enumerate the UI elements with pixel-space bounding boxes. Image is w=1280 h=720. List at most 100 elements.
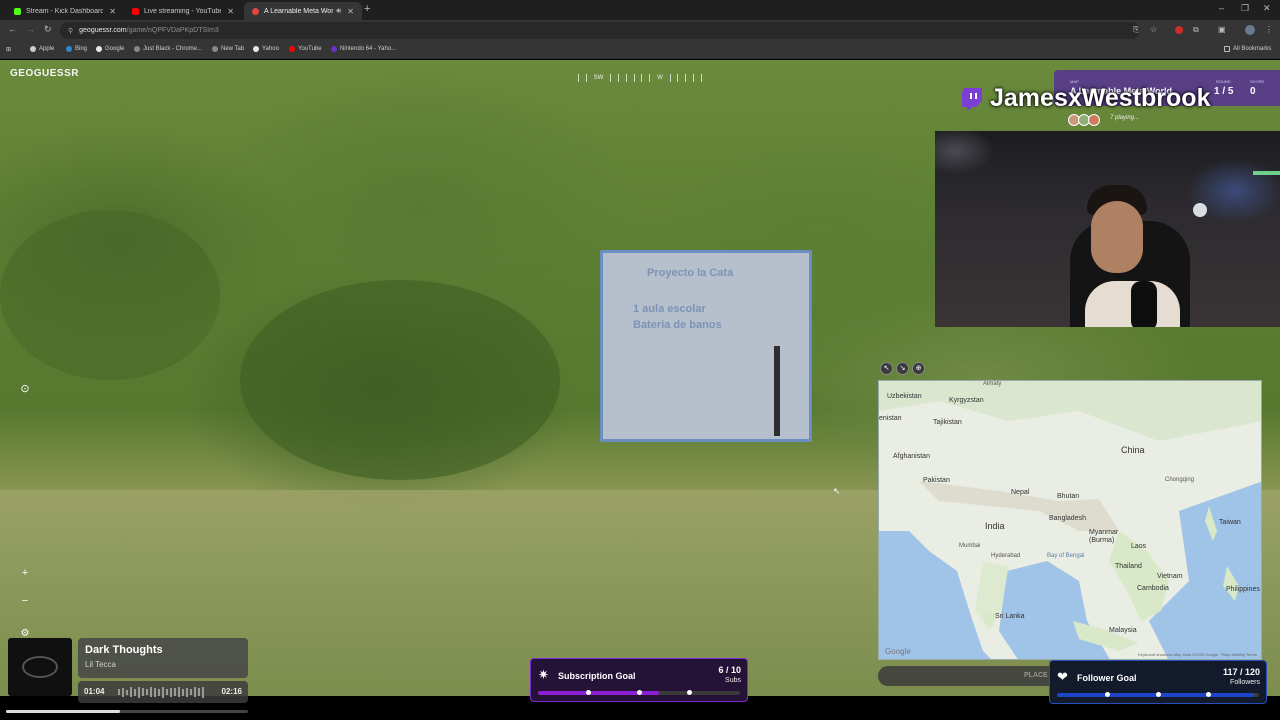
round-value: 1 / 5 xyxy=(1214,86,1234,97)
geoguessr-logo[interactable]: GEOGUESSR xyxy=(10,68,79,79)
map-attribution[interactable]: Keyboard shortcuts Map Data ©2025 Google… xyxy=(1138,652,1257,657)
bookmark-nintendo[interactable]: Nintendo 64 - Yaho... xyxy=(331,46,396,52)
score-value: 0 xyxy=(1250,86,1256,97)
minimap-expand-icon[interactable]: ↖ xyxy=(880,362,893,375)
close-icon[interactable]: ✕ xyxy=(109,7,116,16)
mouse-cursor-icon: ↖ xyxy=(833,486,841,496)
sign-post xyxy=(774,346,780,436)
waveform-bar xyxy=(174,688,176,696)
streamer-name: JamesxWestbrook xyxy=(990,84,1211,112)
map-label-chongqing: Chongqing xyxy=(1165,477,1195,483)
map-label-nepal: Nepal xyxy=(1011,489,1030,496)
ring-light xyxy=(1193,203,1207,217)
bookmark-yahoo[interactable]: Yahoo xyxy=(253,46,279,52)
profile-avatar[interactable] xyxy=(1245,25,1255,35)
avatar xyxy=(1088,114,1100,126)
guess-minimap[interactable]: Uzbekistan Kyrgyzstan Tajikistan enistan… xyxy=(878,380,1262,660)
bookmark-google[interactable]: Google xyxy=(96,46,124,52)
microphone xyxy=(1131,281,1157,327)
current-time: 01:04 xyxy=(84,687,105,696)
map-label-turkmenistan: enistan xyxy=(879,415,902,422)
roadside-sign: Proyecto la Cata 1 aula escolar Bateria … xyxy=(600,250,812,442)
map-label-sri-lanka: Sri Lanka xyxy=(995,613,1025,620)
maximize-icon[interactable]: ❐ xyxy=(1241,3,1249,14)
map-label-thailand: Thailand xyxy=(1115,563,1142,570)
bookmark-label: Bing xyxy=(75,46,88,52)
extensions-icon[interactable]: ⧉ xyxy=(1193,25,1199,35)
all-bookmarks[interactable]: All Bookmarks xyxy=(1224,46,1271,52)
minimap-shrink-icon[interactable]: ↘ xyxy=(896,362,909,375)
song-artist: Lil Tecca xyxy=(85,660,116,669)
song-title: Dark Thoughts xyxy=(85,644,163,656)
goal-unit: Followers xyxy=(1230,679,1260,686)
waveform-bar xyxy=(122,687,124,697)
goal-marker xyxy=(636,690,642,695)
webcam-feed xyxy=(935,131,1280,327)
bookmark-apple[interactable]: Apple xyxy=(30,46,54,52)
forward-icon[interactable]: → xyxy=(26,24,35,34)
waveform-bar xyxy=(202,686,204,698)
tab-kick-dashboard[interactable]: Stream - Kick Dashboard ✕ xyxy=(6,2,124,20)
players-count: 7 playing... xyxy=(1110,115,1140,121)
zoom-in-icon[interactable]: + xyxy=(18,566,32,580)
menu-icon[interactable]: ⋮ xyxy=(1265,25,1273,34)
return-to-start-icon[interactable]: ⊙ xyxy=(18,382,32,396)
apps-grid-icon[interactable]: ⊞ xyxy=(6,46,11,53)
map-label-cambodia: Cambodia xyxy=(1137,585,1169,592)
bush xyxy=(240,280,560,480)
map-label-laos: Laos xyxy=(1131,543,1147,550)
goal-count: 6 / 10 xyxy=(718,665,741,675)
heart-icon: ❤ xyxy=(1057,669,1068,684)
reload-icon[interactable]: ↻ xyxy=(44,24,52,35)
subscription-goal: ✷ Subscription Goal 6 / 10 Subs xyxy=(530,658,748,702)
follower-goal: ❤ Follower Goal 117 / 120 Followers xyxy=(1049,660,1267,704)
sidepanel-icon[interactable]: ▣ xyxy=(1218,25,1226,34)
goal-title: Subscription Goal xyxy=(558,671,636,681)
tab-geoguessr[interactable]: A Learnable Meta World - F 🔊︎ ✕ xyxy=(244,2,362,20)
install-icon[interactable]: ⎘ xyxy=(1133,25,1139,35)
waveform-bar xyxy=(158,688,160,696)
bookmarks-bar: ⊞ Apple Bing Google Just Black - Chrome.… xyxy=(0,41,1280,59)
waveform-bar xyxy=(150,687,152,697)
album-art xyxy=(8,638,72,696)
url-input[interactable]: ⚲ geoguessr.com /game/nQPFVDaPKpDTSIm3 xyxy=(60,22,1140,39)
now-playing-timeline: 01:04 02:16 xyxy=(78,681,248,703)
goal-marker xyxy=(1155,692,1161,697)
bookmark-youtube[interactable]: YouTube xyxy=(289,46,322,52)
goal-marker xyxy=(687,690,693,695)
waveform-bar xyxy=(154,687,156,697)
site-info-icon[interactable]: ⚲ xyxy=(68,27,73,35)
bookmark-label: Apple xyxy=(39,46,55,52)
goal-title: Follower Goal xyxy=(1077,673,1137,683)
map-label-vietnam: Vietnam xyxy=(1157,573,1183,580)
all-bookmarks-label: All Bookmarks xyxy=(1233,46,1272,52)
extension-record-icon[interactable] xyxy=(1175,26,1183,34)
minimap-toolbar: ↖ ↘ ⊕ xyxy=(880,362,928,375)
bookmark-bing[interactable]: Bing xyxy=(66,46,87,52)
window-close-icon[interactable]: ✕ xyxy=(1263,3,1271,14)
total-time: 02:16 xyxy=(221,687,242,696)
playback-progress-bar xyxy=(6,710,248,713)
waveform-bar xyxy=(134,688,136,696)
back-icon[interactable]: ← xyxy=(8,24,17,34)
zoom-out-icon[interactable]: − xyxy=(18,594,32,608)
tab-label: Stream - Kick Dashboard xyxy=(26,7,104,15)
bookmark-just-black[interactable]: Just Black - Chrome... xyxy=(134,46,202,52)
bookmark-new-tab[interactable]: New Tab xyxy=(212,46,244,52)
close-icon[interactable]: ✕ xyxy=(347,7,354,16)
tab-youtube-studio[interactable]: Live streaming - YouTube Studi ✕ xyxy=(124,2,242,20)
bookmark-label: YouTube xyxy=(298,46,322,52)
streamer-face xyxy=(1091,201,1143,273)
bookmark-star-icon[interactable]: ☆ xyxy=(1150,25,1157,34)
address-bar-row: ← → ↻ ⚲ geoguessr.com /game/nQPFVDaPKpDT… xyxy=(0,20,1280,41)
geoguessr-favicon-icon xyxy=(252,7,259,15)
tab-label: A Learnable Meta World - F xyxy=(264,7,334,15)
led-light xyxy=(1253,171,1280,175)
speaker-icon[interactable]: 🔊︎ xyxy=(336,6,341,16)
minimize-icon[interactable]: – xyxy=(1219,3,1224,13)
close-icon[interactable]: ✕ xyxy=(227,7,234,16)
waveform-bar xyxy=(182,688,184,696)
map-label-afghanistan: Afghanistan xyxy=(893,453,930,460)
new-tab-icon[interactable]: + xyxy=(364,3,370,15)
minimap-pin-icon[interactable]: ⊕ xyxy=(912,362,925,375)
